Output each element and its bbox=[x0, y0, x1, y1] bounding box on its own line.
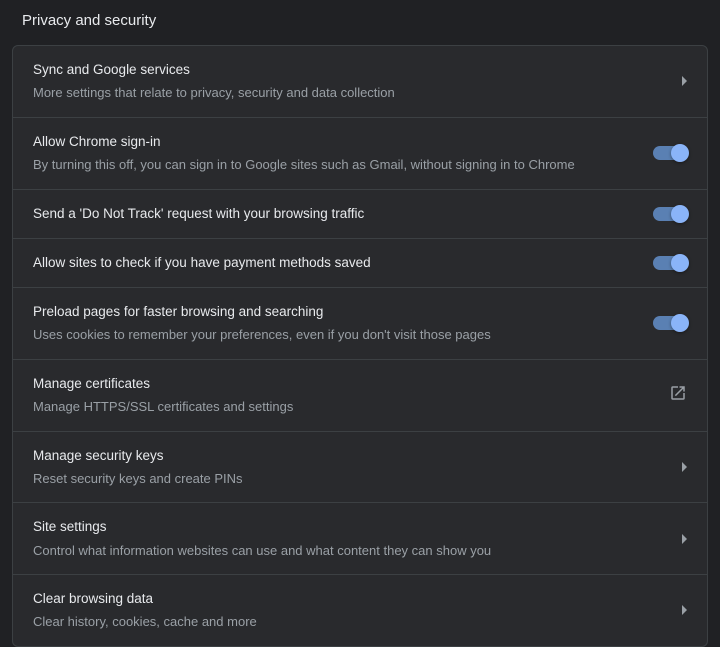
row-title: Manage security keys bbox=[33, 446, 662, 466]
row-title: Sync and Google services bbox=[33, 60, 662, 80]
row-preload-pages[interactable]: Preload pages for faster browsing and se… bbox=[13, 288, 707, 360]
row-desc: By turning this off, you can sign in to … bbox=[33, 155, 633, 175]
row-text: Allow Chrome sign-in By turning this off… bbox=[33, 132, 633, 175]
row-desc: Uses cookies to remember your preference… bbox=[33, 325, 633, 345]
row-action bbox=[653, 146, 687, 160]
toggle-do-not-track[interactable] bbox=[653, 207, 687, 221]
toggle-payment-methods-check[interactable] bbox=[653, 256, 687, 270]
row-desc: Manage HTTPS/SSL certificates and settin… bbox=[33, 397, 649, 417]
row-desc: More settings that relate to privacy, se… bbox=[33, 83, 662, 103]
row-text: Clear browsing data Clear history, cooki… bbox=[33, 589, 662, 632]
toggle-knob bbox=[671, 205, 689, 223]
row-text: Manage security keys Reset security keys… bbox=[33, 446, 662, 489]
settings-list: Sync and Google services More settings t… bbox=[12, 45, 708, 647]
external-link-icon bbox=[669, 384, 687, 407]
row-action bbox=[682, 605, 687, 615]
row-action bbox=[653, 316, 687, 330]
row-desc: Clear history, cookies, cache and more bbox=[33, 612, 662, 632]
row-do-not-track[interactable]: Send a 'Do Not Track' request with your … bbox=[13, 190, 707, 239]
toggle-knob bbox=[671, 314, 689, 332]
row-clear-browsing-data[interactable]: Clear browsing data Clear history, cooki… bbox=[13, 575, 707, 646]
row-sync-google-services[interactable]: Sync and Google services More settings t… bbox=[13, 46, 707, 118]
row-manage-security-keys[interactable]: Manage security keys Reset security keys… bbox=[13, 432, 707, 504]
row-action bbox=[682, 534, 687, 544]
row-text: Site settings Control what information w… bbox=[33, 517, 662, 560]
chevron-right-icon bbox=[682, 605, 687, 615]
row-desc: Reset security keys and create PINs bbox=[33, 469, 662, 489]
toggle-preload-pages[interactable] bbox=[653, 316, 687, 330]
toggle-knob bbox=[671, 254, 689, 272]
row-allow-chrome-signin[interactable]: Allow Chrome sign-in By turning this off… bbox=[13, 118, 707, 190]
row-title: Allow Chrome sign-in bbox=[33, 132, 633, 152]
row-text: Allow sites to check if you have payment… bbox=[33, 253, 633, 273]
row-title: Preload pages for faster browsing and se… bbox=[33, 302, 633, 322]
row-text: Manage certificates Manage HTTPS/SSL cer… bbox=[33, 374, 649, 417]
chevron-right-icon bbox=[682, 462, 687, 472]
row-text: Sync and Google services More settings t… bbox=[33, 60, 662, 103]
row-title: Site settings bbox=[33, 517, 662, 537]
row-site-settings[interactable]: Site settings Control what information w… bbox=[13, 503, 707, 575]
row-title: Allow sites to check if you have payment… bbox=[33, 253, 633, 273]
toggle-knob bbox=[671, 144, 689, 162]
row-action bbox=[669, 384, 687, 407]
row-title: Manage certificates bbox=[33, 374, 649, 394]
row-text: Preload pages for faster browsing and se… bbox=[33, 302, 633, 345]
row-text: Send a 'Do Not Track' request with your … bbox=[33, 204, 633, 224]
row-payment-methods-check[interactable]: Allow sites to check if you have payment… bbox=[13, 239, 707, 288]
row-title: Clear browsing data bbox=[33, 589, 662, 609]
chevron-right-icon bbox=[682, 534, 687, 544]
row-action bbox=[682, 462, 687, 472]
toggle-allow-chrome-signin[interactable] bbox=[653, 146, 687, 160]
chevron-right-icon bbox=[682, 76, 687, 86]
row-action bbox=[653, 256, 687, 270]
row-action bbox=[653, 207, 687, 221]
row-title: Send a 'Do Not Track' request with your … bbox=[33, 204, 633, 224]
row-manage-certificates[interactable]: Manage certificates Manage HTTPS/SSL cer… bbox=[13, 360, 707, 432]
row-desc: Control what information websites can us… bbox=[33, 541, 662, 561]
row-action bbox=[682, 76, 687, 86]
section-title: Privacy and security bbox=[12, 12, 708, 45]
